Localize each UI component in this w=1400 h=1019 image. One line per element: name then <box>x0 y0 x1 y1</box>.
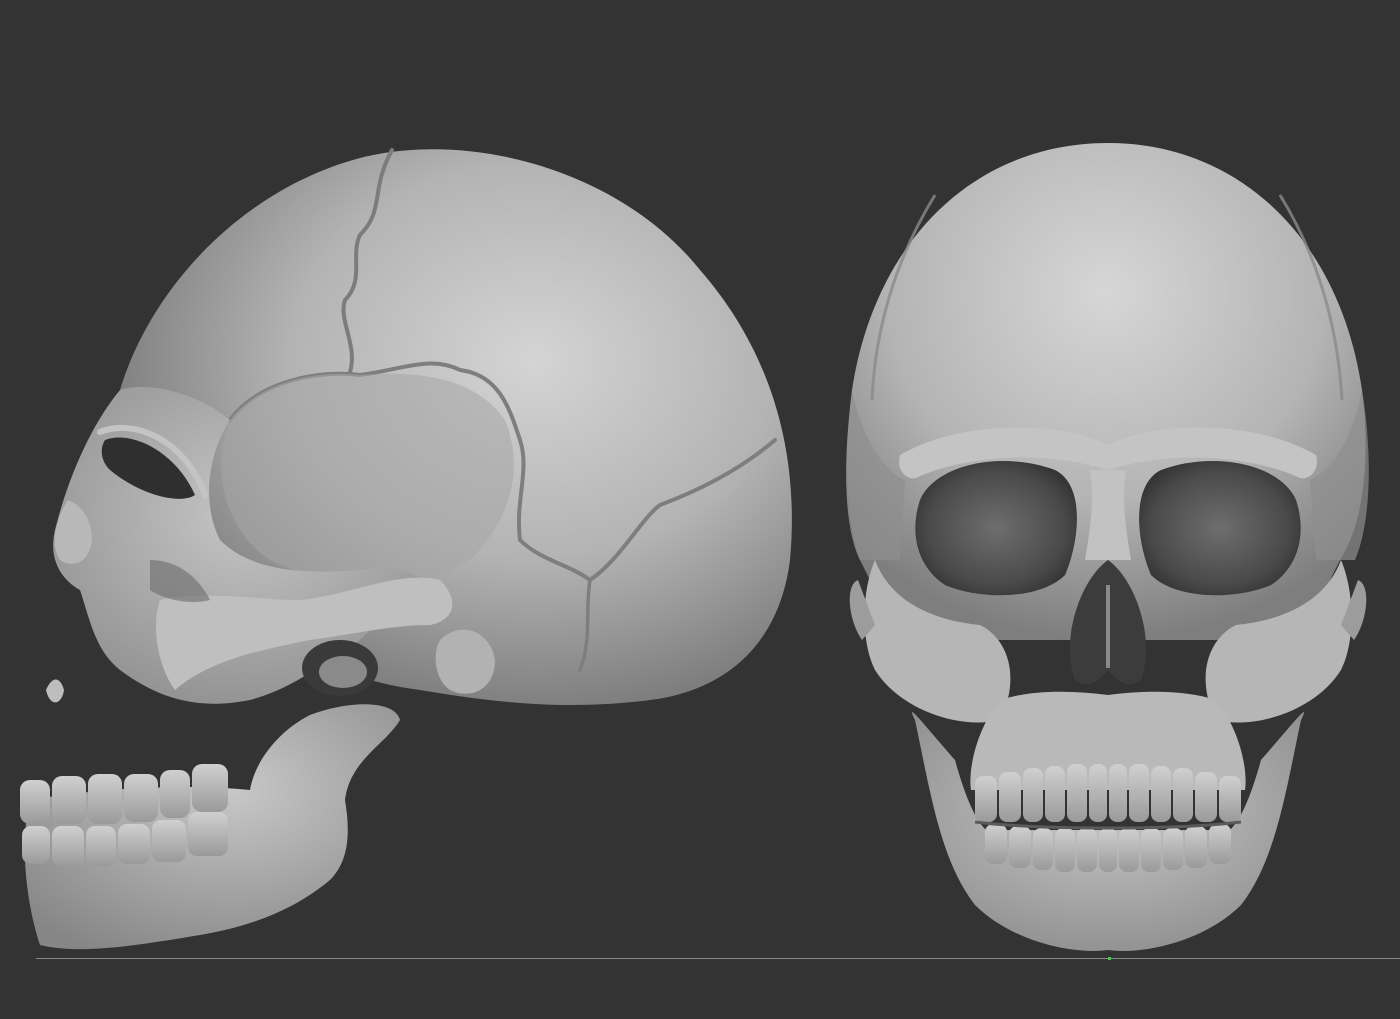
axis-marker <box>1108 957 1111 960</box>
sculpt-viewport[interactable] <box>0 0 1400 1019</box>
viewport-canvas[interactable] <box>0 0 1400 1019</box>
skull-side-view[interactable] <box>20 148 792 950</box>
side-ear-inner <box>319 656 367 688</box>
side-canine-tip <box>46 679 64 703</box>
front-orbit-left <box>915 461 1077 596</box>
front-nasal-bridge <box>1085 470 1131 560</box>
front-lower-teeth <box>985 824 1231 872</box>
skull-front-view[interactable] <box>846 143 1369 951</box>
ground-line <box>36 958 1400 959</box>
side-temporal-fossa <box>221 373 514 583</box>
front-orbit-right <box>1139 461 1301 596</box>
